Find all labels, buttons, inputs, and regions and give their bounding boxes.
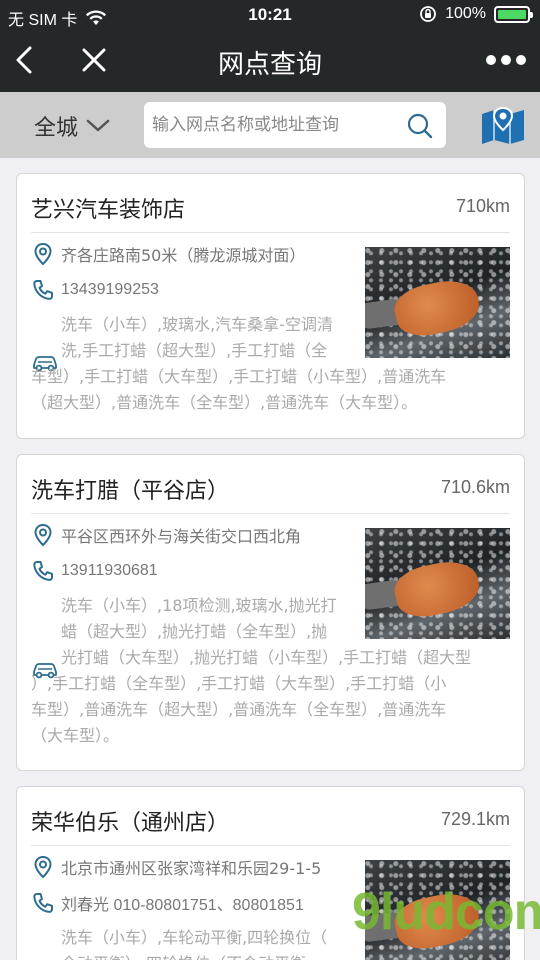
services-line: 车型）,普通洗车（超大型）,普通洗车（全车型）,普通洗车 [31, 700, 447, 719]
services-line: 全动平衡）,四轮换位（不含动平衡 [61, 951, 327, 960]
page-title: 网点查询 [217, 50, 322, 80]
address-row: 北京市通州区张家湾祥和乐园29-1-5 [31, 855, 321, 879]
store-phone[interactable]: 13439199253 [61, 281, 159, 299]
store-address: 北京市通州区张家湾祥和乐园29-1-5 [61, 859, 322, 878]
services-line: （超大型）,普通洗车（全车型）,普通洗车（大车型）。 [31, 393, 418, 412]
store-name: 艺兴汽车装饰店 [31, 198, 186, 223]
divider [31, 513, 510, 514]
phone-row[interactable]: 13439199253 [31, 278, 159, 302]
chevron-down-icon [86, 119, 110, 132]
store-name: 洗车打腊（平谷店） [31, 479, 230, 504]
store-distance: 710.6km [440, 477, 510, 497]
phone-icon [33, 893, 53, 913]
search-bar: 全城 [0, 92, 540, 158]
battery-percent: 100% [445, 5, 486, 22]
store-name: 荣华伯乐（通州店） [31, 811, 230, 836]
store-card[interactable]: 洗车打腊（平谷店） 710.6km 平谷区西环外与海关街交口西北角 139119… [16, 454, 525, 771]
more-menu-icon[interactable] [486, 48, 526, 72]
services-line: 车型）,手工打蜡（大车型）,手工打蜡（小车型）,普通洗车 [31, 367, 447, 386]
search-input[interactable] [152, 102, 402, 148]
search-box [144, 102, 446, 148]
address-row: 平谷区西环外与海关街交口西北角 [31, 523, 301, 547]
services-line: 洗车（小车）,车轮动平衡,四轮换位（ [61, 928, 328, 947]
status-bar: 无 SIM 卡 10:21 100% [0, 0, 540, 30]
search-icon[interactable] [406, 112, 434, 140]
phone-icon [33, 280, 53, 300]
watermark-logo: 9ludcom [352, 883, 540, 941]
store-distance: 710km [455, 196, 510, 216]
city-filter-label: 全城 [34, 116, 79, 141]
location-pin-icon [34, 242, 52, 266]
nav-bar: 网点查询 [0, 30, 540, 92]
location-pin-icon [34, 523, 52, 547]
store-photo [365, 247, 510, 358]
divider [31, 845, 510, 846]
phone-row[interactable]: 13911930681 [31, 559, 158, 583]
services-list: 洗车（小车）,车轮动平衡,四轮换位（ 全动平衡）,四轮换位（不含动平衡 [61, 925, 327, 960]
divider [31, 232, 510, 233]
store-phone[interactable]: 13911930681 [61, 562, 158, 580]
city-filter-dropdown[interactable]: 全城 [34, 110, 110, 142]
services-line: （大车型）。 [31, 726, 120, 745]
phone-icon [33, 561, 53, 581]
phone-row[interactable]: 刘春光 010-80801751、80801851 [31, 891, 304, 915]
store-distance: 729.1km [440, 809, 510, 829]
store-photo [365, 528, 510, 639]
store-address: 齐各庄路南50米（腾龙源城对面） [61, 246, 306, 265]
location-pin-icon [34, 855, 52, 879]
address-row: 齐各庄路南50米（腾龙源城对面） [31, 242, 305, 266]
store-phone[interactable]: 刘春光 010-80801751、80801851 [61, 891, 304, 915]
services-line: ）,手工打蜡（全车型）,手工打蜡（大车型）,手工打蜡（小 [31, 674, 447, 693]
map-icon[interactable] [480, 104, 526, 146]
orientation-lock-icon [420, 6, 436, 22]
battery-icon [494, 5, 533, 23]
store-address: 平谷区西环外与海关街交口西北角 [61, 527, 302, 546]
services-line: 光打蜡（大车型）,抛光打蜡（小车型）,手工打蜡（超大型 [61, 648, 472, 667]
store-card[interactable]: 艺兴汽车装饰店 710km 齐各庄路南50米（腾龙源城对面） 134391992… [16, 173, 525, 439]
